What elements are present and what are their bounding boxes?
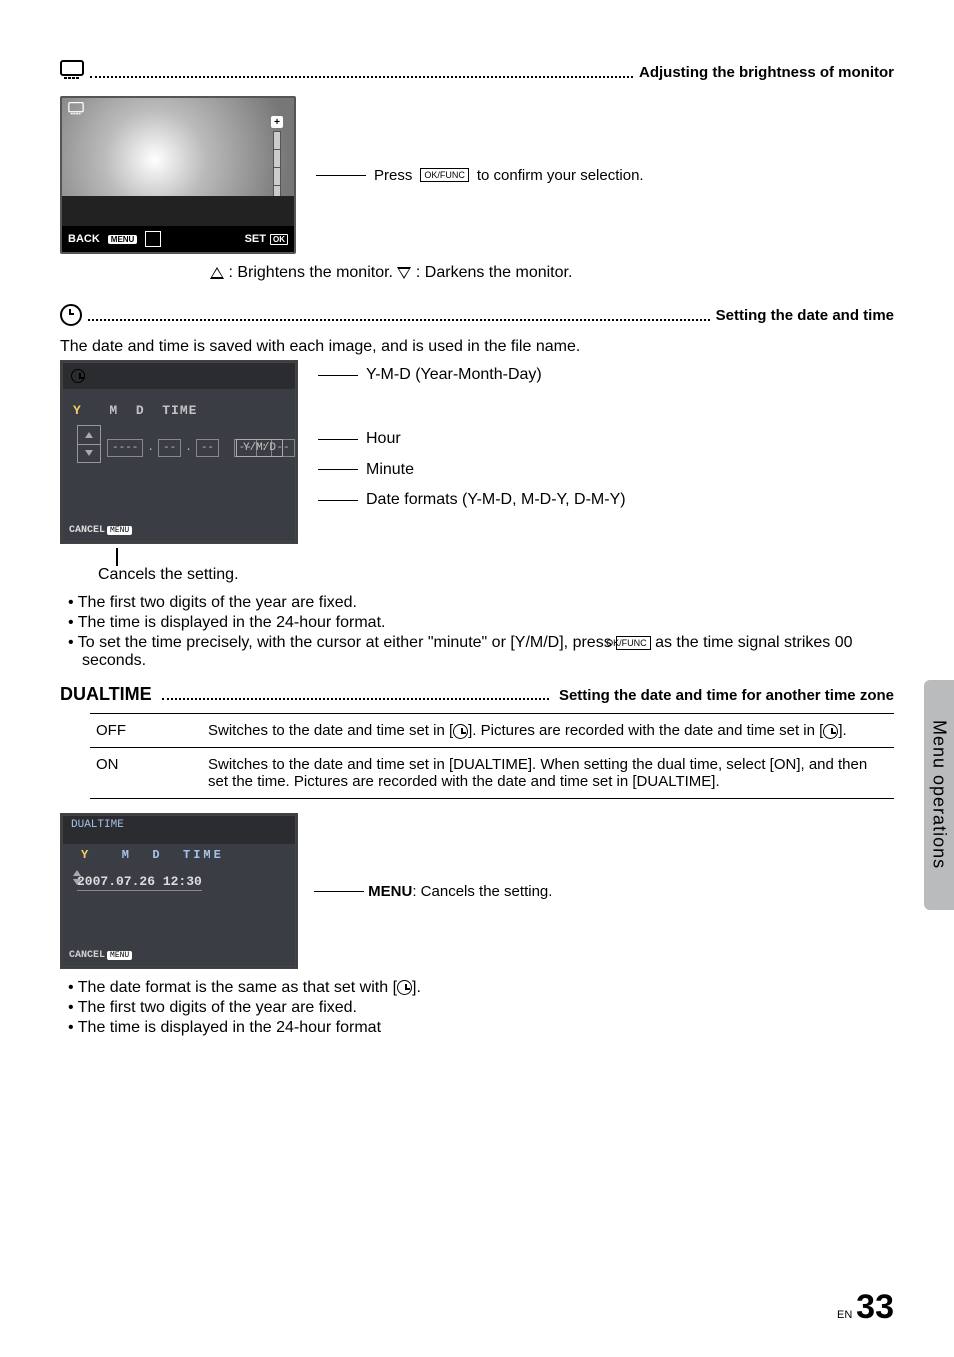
ymd-label: Y-M-D (Year-Month-Day) [366, 360, 542, 390]
clock-icon [60, 304, 82, 326]
bullet3-pre: To set the time precisely, with the curs… [78, 634, 616, 651]
clock-icon [453, 724, 468, 739]
back-label: BACK [68, 233, 100, 245]
txt: The date format is the same as that set … [78, 979, 397, 996]
menu-pill: MENU [108, 235, 138, 244]
okfunc-button-icon: OK/FUNC [420, 168, 469, 182]
confirm-prefix: Press [374, 167, 412, 184]
lcd-date-value: 2007.07.26 12:30 [77, 874, 202, 891]
dualtime-options-table: OFF Switches to the date and time set in… [90, 713, 894, 799]
hour-label: Hour [366, 424, 401, 454]
txt: ]. [412, 979, 421, 996]
bullet: To set the time precisely, with the curs… [68, 634, 894, 670]
menu-rest: : Cancels the setting. [412, 883, 552, 900]
option-key: ON [90, 748, 202, 799]
minute-label: Minute [366, 455, 414, 485]
confirm-line: Press OK/FUNC to confirm your selection. [316, 167, 644, 184]
lcd-row-labels: Y M D TIME [63, 844, 295, 862]
datetime-bullets: The first two digits of the year are fix… [60, 594, 894, 670]
dualtime-title: DUALTIME [60, 684, 152, 705]
darken-text: : Darkens the monitor. [416, 264, 573, 281]
cancel-label: CANCEL [69, 525, 105, 536]
bullet: The date format is the same as that set … [68, 979, 894, 997]
option-key: OFF [90, 714, 202, 748]
brightness-triangles-line: : Brightens the monitor. : Darkens the m… [210, 264, 894, 282]
datetime-heading-text: Setting the date and time [716, 307, 894, 324]
plus-icon: + [271, 116, 283, 128]
updown-control-icon [77, 425, 101, 463]
ok-pill: OK [270, 234, 288, 245]
formats-label: Date formats (Y-M-D, M-D-Y, D-M-Y) [366, 485, 626, 515]
lcd-title: DUALTIME [63, 816, 295, 844]
clock-icon [71, 369, 85, 383]
txt: ]. Pictures are recorded with the date a… [468, 722, 823, 739]
ymd-box: Y/M/D [236, 439, 283, 457]
bullet: The time is displayed in the 24-hour for… [68, 614, 894, 632]
brighten-text: : Brightens the monitor. [228, 264, 397, 281]
side-tab: Menu operations [924, 680, 954, 910]
triangle-down-icon [397, 267, 411, 279]
cancel-caption: Cancels the setting. [98, 566, 298, 584]
txt: ]. [838, 722, 846, 739]
mode-icon [145, 231, 161, 247]
table-row: OFF Switches to the date and time set in… [90, 714, 894, 748]
menu-pill: MENU [107, 951, 132, 960]
brightness-preview-screenshot: + − BACK MENU SET OK [60, 96, 296, 254]
clock-icon [397, 980, 412, 995]
confirm-suffix: to confirm your selection. [477, 167, 644, 184]
dualtime-lcd-screenshot: DUALTIME Y M D TIME 2007.07.26 12:30 CAN… [60, 813, 298, 969]
dualtime-subheading: Setting the date and time for another ti… [559, 687, 894, 704]
clock-icon [823, 724, 838, 739]
datetime-intro: The date and time is saved with each ima… [60, 338, 894, 356]
bullet: The first two digits of the year are fix… [68, 594, 894, 612]
page-number: EN 33 [837, 1288, 894, 1327]
table-row: ON Switches to the date and time set in … [90, 748, 894, 799]
cancel-label: CANCEL [69, 950, 105, 961]
menu-bold: MENU [368, 883, 412, 900]
menu-pill: MENU [107, 526, 132, 535]
datetime-heading: Setting the date and time [60, 304, 894, 326]
monitor-brightness-icon [60, 60, 84, 84]
side-tab-label: Menu operations [929, 720, 950, 869]
datetime-lcd-screenshot: Y M D TIME ----.--.-- --:-- Y/M/D CANCEL… [60, 360, 298, 544]
brightness-heading: Adjusting the brightness of monitor [60, 60, 894, 84]
brightness-heading-text: Adjusting the brightness of monitor [639, 64, 894, 81]
menu-cancel-callout: MENU: Cancels the setting. [314, 883, 552, 900]
updown-tiny-icon [73, 870, 81, 888]
dualtime-bullets: The date format is the same as that set … [60, 979, 894, 1037]
option-desc: Switches to the date and time set in [].… [202, 714, 894, 748]
bullet: The time is displayed in the 24-hour for… [68, 1019, 894, 1037]
set-label: SET [245, 233, 266, 245]
okfunc-button-icon: OK/FUNC [616, 636, 651, 650]
dualtime-heading: DUALTIME Setting the date and time for a… [60, 684, 894, 705]
page-en: EN [837, 1309, 852, 1321]
option-desc: Switches to the date and time set in [DU… [202, 748, 894, 799]
txt: Switches to the date and time set in [ [208, 722, 453, 739]
triangle-up-icon [210, 267, 224, 279]
bullet: The first two digits of the year are fix… [68, 999, 894, 1017]
monitor-brightness-icon [68, 102, 84, 119]
page-num-value: 33 [856, 1288, 894, 1326]
